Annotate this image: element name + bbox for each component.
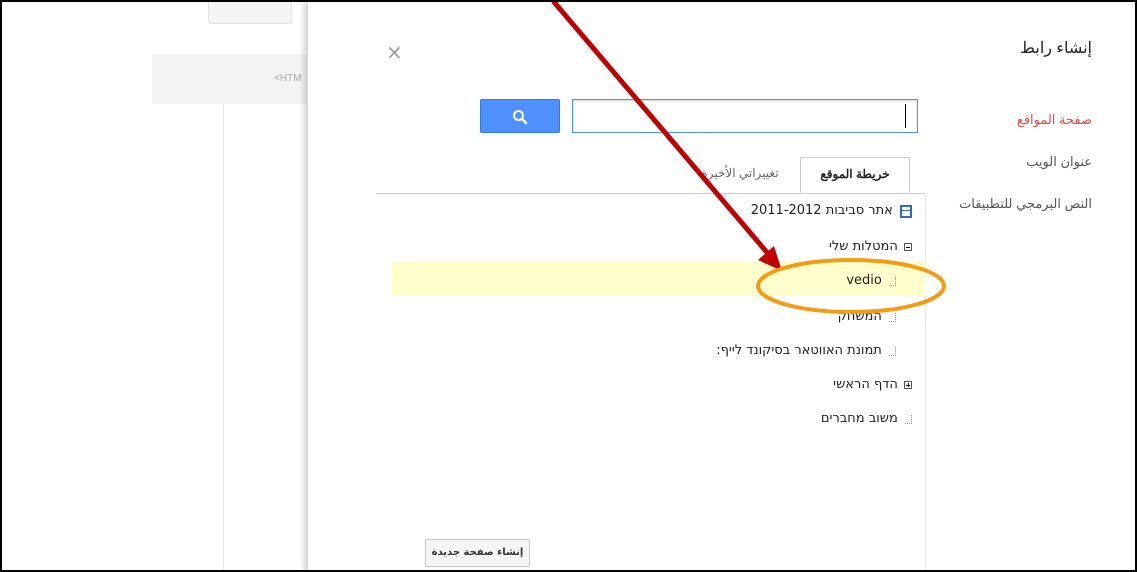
tree-node-home-page[interactable]: הדף הראשי — [833, 374, 912, 396]
tree-node-label: vedio — [846, 273, 882, 288]
nav-item-apps-script[interactable]: النص البرمجي للتطبيقات — [932, 196, 1092, 238]
tab-strip: خريطة الموقع تغييراتي الأخيرة — [693, 157, 913, 194]
tree-node-label: הדף הראשי — [833, 377, 898, 392]
tree-node-label: המטלות שלי — [828, 239, 898, 254]
dialog-title: إنشاء رابط — [1020, 40, 1092, 57]
tree-node-game[interactable]: המשחק — [838, 306, 896, 328]
create-new-page-button[interactable]: إنشاء صفحة جديدة — [425, 539, 530, 567]
nav-item-sites-page[interactable]: صفحة المواقع — [932, 112, 1092, 154]
tree-connector-icon — [889, 276, 896, 286]
text-caret — [905, 104, 906, 128]
background-html-label: <HTM — [274, 73, 302, 84]
collapse-icon[interactable] — [904, 243, 912, 251]
tree-root[interactable]: אתר סביבות 2011-2012 — [751, 200, 912, 222]
create-link-dialog: إنشاء رابط × صفحة المواقع عنوان الويب ال… — [307, 2, 1135, 570]
background-toolbar-button[interactable] — [208, 2, 292, 24]
site-icon — [900, 204, 912, 218]
search-button[interactable] — [480, 99, 560, 133]
sitemap-tree: אתר סביבות 2011-2012 המטלות שלי vedio המ… — [308, 194, 926, 570]
background-editor: <HTM — [2, 2, 322, 570]
tab-recent-changes[interactable]: تغييراتي الأخيرة — [685, 157, 795, 193]
tree-connector-icon — [905, 414, 912, 424]
tab-sitemap[interactable]: خريطة الموقع — [800, 157, 910, 193]
tree-node-label: תמונת האווטאר בסיקונד לייף: — [716, 343, 882, 358]
tree-node-avatar[interactable]: תמונת האווטאר בסיקונד לייף: — [716, 340, 896, 362]
tree-node-label: משוב מחברים — [820, 411, 898, 426]
tree-connector-icon — [889, 312, 896, 322]
search-icon — [513, 110, 528, 125]
tree-node-feedback[interactable]: משוב מחברים — [821, 408, 912, 430]
search-input[interactable] — [572, 99, 918, 133]
link-type-nav: صفحة المواقع عنوان الويب النص البرمجي لل… — [932, 112, 1092, 238]
tree-node-vedio[interactable]: vedio — [846, 270, 896, 292]
background-divider — [223, 104, 224, 570]
screenshot-frame: <HTM إنشاء رابط × صفحة المواقع عنوان الو… — [0, 0, 1137, 572]
nav-item-web-address[interactable]: عنوان الويب — [932, 154, 1092, 196]
close-icon[interactable]: × — [386, 42, 403, 62]
tree-connector-icon — [889, 346, 896, 356]
tree-node-my-tasks[interactable]: המטלות שלי — [829, 236, 912, 258]
tree-root-label: אתר סביבות 2011-2012 — [750, 203, 893, 218]
expand-icon[interactable] — [904, 381, 912, 389]
tree-node-label: המשחק — [837, 309, 882, 324]
